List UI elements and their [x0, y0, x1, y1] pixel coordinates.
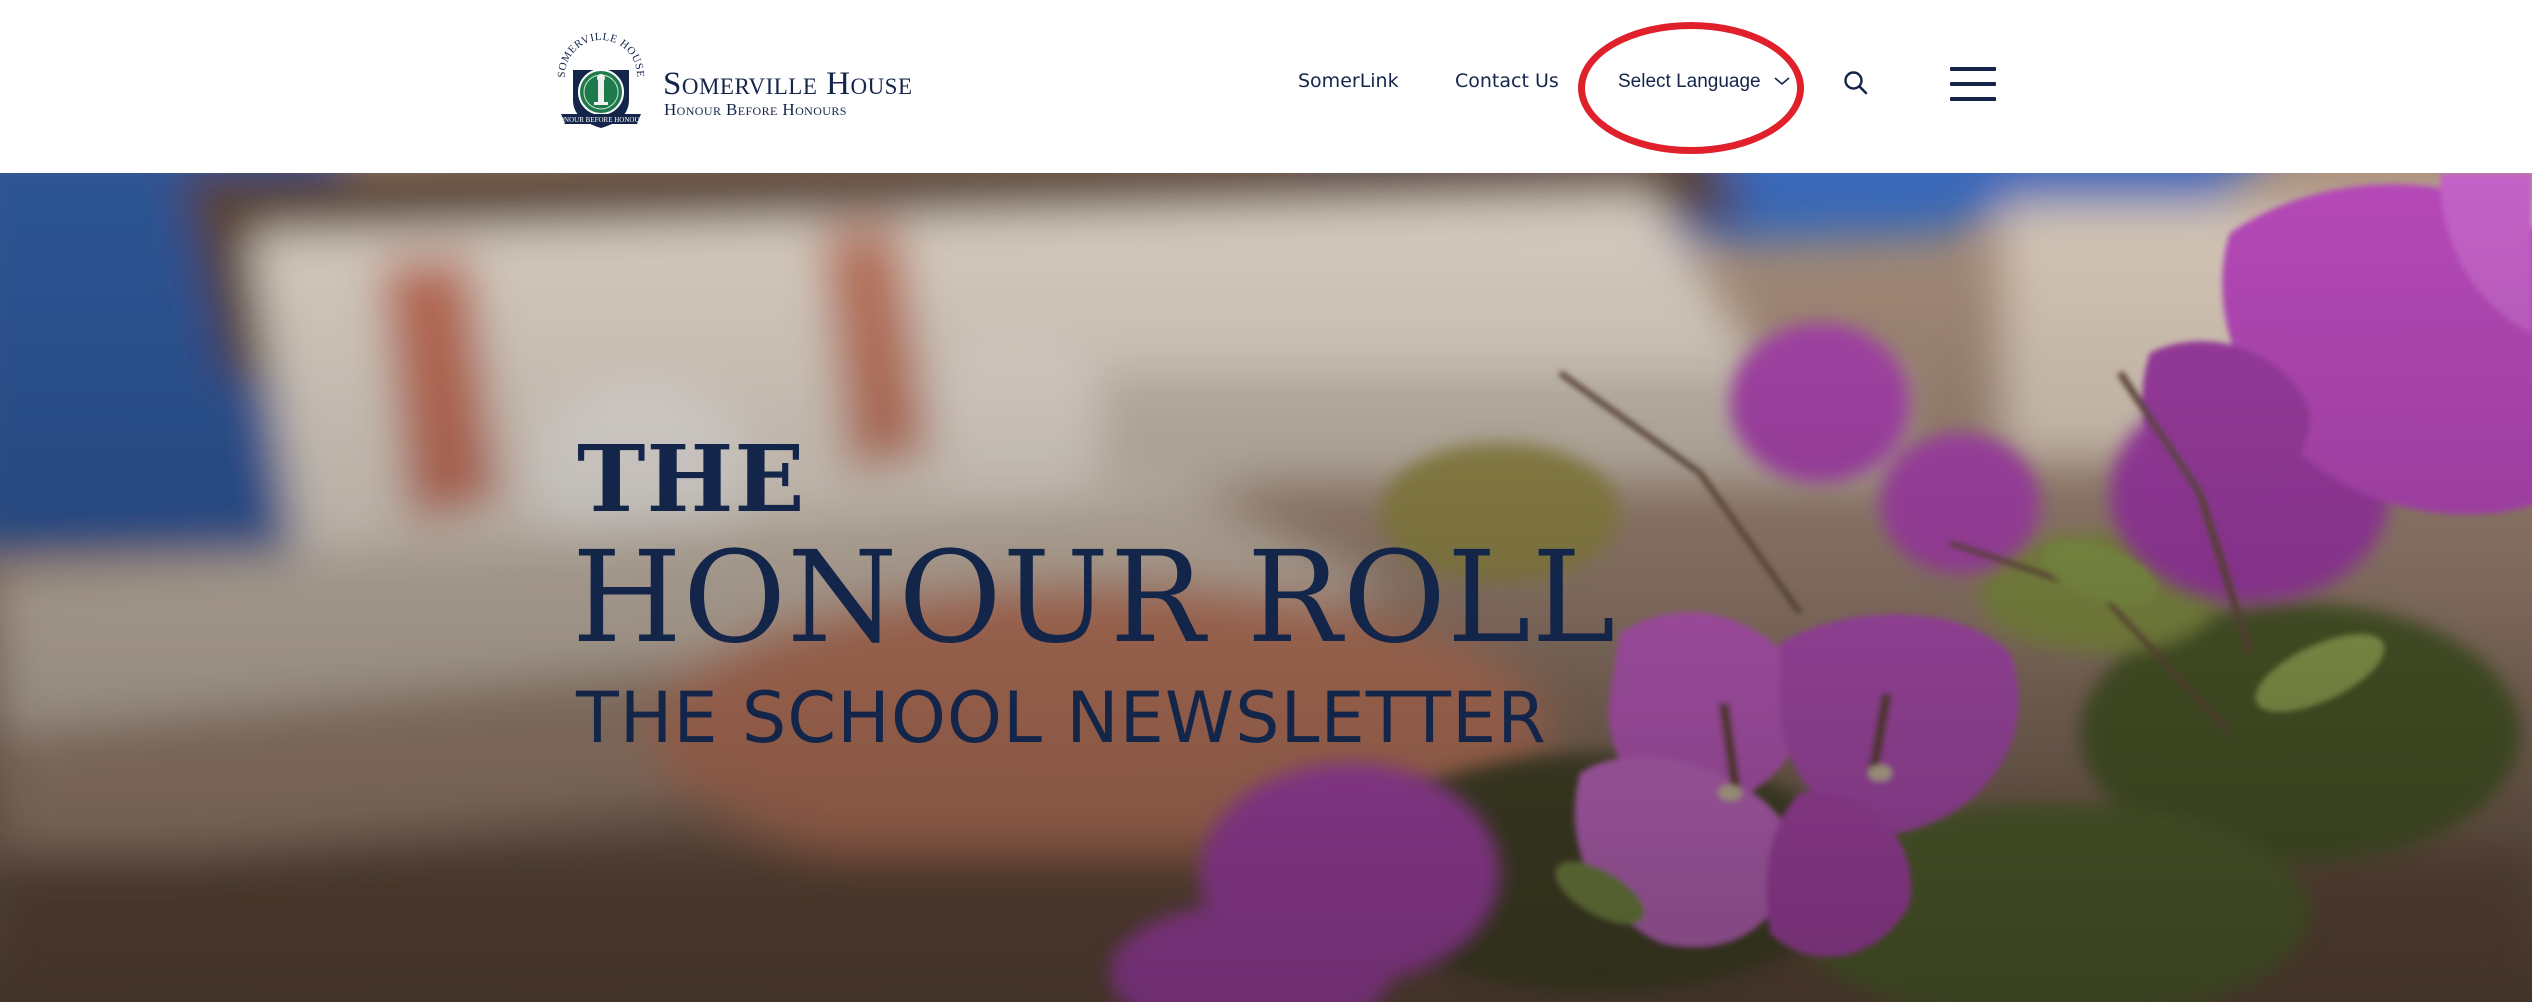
hamburger-menu-button[interactable]: [1950, 64, 1998, 104]
search-button[interactable]: [1843, 70, 1869, 96]
nav-link-contact-us[interactable]: Contact Us: [1455, 70, 1559, 92]
hamburger-menu-icon: [1950, 67, 1996, 71]
school-crest-icon: SOMERVILLE HOUSE HONOUR BEFORE HONOURS: [551, 30, 651, 136]
hamburger-bar: [1950, 82, 1996, 86]
chevron-down-icon: [1774, 70, 1790, 92]
hamburger-bar: [1950, 97, 1996, 101]
brand-name: Somerville House: [663, 66, 913, 102]
hero-kicker: THE: [577, 425, 806, 533]
crest-bottom-text: HONOUR BEFORE HONOURS: [554, 116, 648, 124]
nav-link-somerlink[interactable]: SomerLink: [1298, 70, 1399, 92]
brand-motto: Honour Before Honours: [664, 100, 847, 119]
hero-subtitle: THE SCHOOL NEWSLETTER: [576, 677, 1547, 759]
search-icon: [1844, 71, 1868, 95]
hero-banner: THE HONOUR ROLL THE SCHOOL NEWSLETTER: [0, 173, 2532, 1002]
site-header: SOMERVILLE HOUSE HONOUR BEFORE HONOURS S…: [0, 0, 2532, 173]
language-select[interactable]: Select Language: [1618, 71, 1790, 93]
hero-title: HONOUR ROLL: [572, 524, 1617, 671]
language-select-label: Select Language: [1618, 71, 1761, 92]
